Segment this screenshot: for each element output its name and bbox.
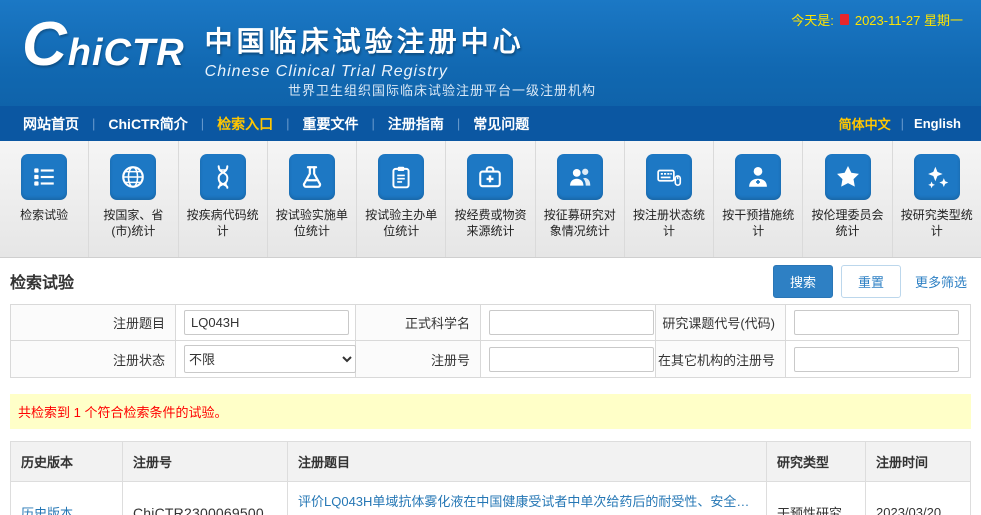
reg-number-label: 注册号 [356,341,481,378]
search-button[interactable]: 搜索 [773,265,833,298]
reg-title-input[interactable] [184,310,349,335]
results-header-row: 历史版本 注册号 注册题目 研究类型 注册时间 [11,442,971,482]
form-row: 注册题目 正式科学名 研究课题代号(代码) [11,305,971,341]
nav-item-home[interactable]: 网站首页 [10,114,92,134]
site-header: 今天是: 2023-11-27 星期一 ChiCTR 中国临床试验注册中心 Ch… [0,0,981,106]
site-subtitle: 世界卫生组织国际临床试验注册平台一级注册机构 [288,80,596,99]
col-study-type: 研究类型 [767,442,866,482]
other-reg-number-input[interactable] [794,347,959,372]
form-row: 注册状态 不限 注册号 在其它机构的注册号 [11,341,971,378]
nav-item-guide[interactable]: 注册指南 [375,114,457,134]
clipboard-icon [378,154,424,200]
lang-simplified-chinese[interactable]: 简体中文 [829,114,901,133]
results-table: 历史版本 注册号 注册题目 研究类型 注册时间 历史版本 ChiCTR23000… [10,441,971,515]
star-icon [825,154,871,200]
reg-title-label: 注册题目 [11,305,176,341]
chictr-page: 今天是: 2023-11-27 星期一 ChiCTR 中国临床试验注册中心 Ch… [0,0,981,515]
people-icon [557,154,603,200]
nav-item-faq[interactable]: 常见问题 [460,114,542,134]
stats-item-label: 按研究类型统计 [893,207,981,239]
language-switch: 简体中文 English [829,114,971,133]
stats-item-search-trials[interactable]: 检索试验 [0,141,89,257]
search-actions: 搜索 重置 更多筛选 [773,265,971,298]
stats-item-label: 检索试验 [15,207,73,223]
scientific-name-label: 正式科学名 [356,305,481,341]
reg-number-input[interactable] [489,347,654,372]
stats-item-by-intervention[interactable]: 按干预措施统计 [714,141,803,257]
today-date: 今天是: 2023-11-27 星期一 [791,10,963,29]
result-count-notice: 共检索到 1 个符合检索条件的试验。 [10,394,971,429]
registration-date-value: 2023/03/20 [866,482,971,515]
lang-english[interactable]: English [904,116,971,131]
dna-icon [200,154,246,200]
stats-item-by-recruitment-status[interactable]: 按征募研究对象情况统计 [536,141,625,257]
sparkles-icon [914,154,960,200]
stats-item-label: 按疾病代码统计 [179,207,267,239]
stats-item-by-country[interactable]: 按国家、省(市)统计 [89,141,178,257]
stats-item-label: 按试验主办单位统计 [357,207,445,239]
stats-item-label: 按征募研究对象情况统计 [536,207,624,239]
project-code-input[interactable] [794,310,959,335]
col-reg-no: 注册号 [123,442,288,482]
more-filters-link[interactable]: 更多筛选 [915,272,967,291]
nav-item-about[interactable]: ChiCTR简介 [95,114,200,134]
registration-number: ChiCTR2300069500 [133,505,264,515]
reset-button[interactable]: 重置 [841,265,901,298]
site-titles: 中国临床试验注册中心 Chinese Clinical Trial Regist… [205,16,525,81]
nav-item-search-entry[interactable]: 检索入口 [204,114,286,134]
stats-nav-strip: 检索试验 按国家、省(市)统计 按疾病代码统计 按试验实施单位统计 按试验主办单 [0,141,981,258]
calendar-icon [840,14,849,25]
chictr-logo[interactable]: ChiCTR [22,16,185,82]
stats-item-by-ethics-committee[interactable]: 按伦理委员会统计 [803,141,892,257]
stats-item-by-implementing-unit[interactable]: 按试验实施单位统计 [268,141,357,257]
page-title: 检索试验 [10,269,74,293]
first-aid-kit-icon [467,154,513,200]
stats-item-label: 按伦理委员会统计 [803,207,891,239]
table-row: 历史版本 ChiCTR2300069500 评价LQ043H单域抗体雾化液在中国… [11,482,971,515]
globe-icon [110,154,156,200]
col-history: 历史版本 [11,442,123,482]
col-title: 注册题目 [288,442,767,482]
keyboard-mouse-icon [646,154,692,200]
reg-status-label: 注册状态 [11,341,176,378]
site-title-en: Chinese Clinical Trial Registry [205,63,525,81]
stats-item-label: 按干预措施统计 [714,207,802,239]
stats-item-by-funding-source[interactable]: 按经费或物资来源统计 [446,141,535,257]
trial-title-link[interactable]: 评价LQ043H单域抗体雾化液在中国健康受试者中单次给药后的耐受性、安全性、..… [298,491,756,510]
col-reg-date: 注册时间 [866,442,971,482]
stats-item-by-registration-status[interactable]: 按注册状态统计 [625,141,714,257]
stats-item-label: 按经费或物资来源统计 [446,207,534,239]
main-nav: 网站首页 ChiCTR简介 检索入口 重要文件 注册指南 常见问题 简体中文 E… [0,106,981,141]
doctor-icon [735,154,781,200]
today-value: 2023-11-27 星期一 [855,10,963,29]
study-type-value: 干预性研究 [767,482,866,515]
reg-status-select[interactable]: 不限 [184,345,356,373]
scientific-name-input[interactable] [489,310,654,335]
other-reg-number-label: 在其它机构的注册号 [656,341,786,378]
nav-item-documents[interactable]: 重要文件 [290,114,372,134]
search-section-header: 检索试验 搜索 重置 更多筛选 [10,258,971,304]
flask-icon [289,154,335,200]
stats-item-label: 按注册状态统计 [625,207,713,239]
stats-item-by-sponsor-unit[interactable]: 按试验主办单位统计 [357,141,446,257]
stats-item-label: 按试验实施单位统计 [268,207,356,239]
list-123-icon [21,154,67,200]
stats-item-by-study-type[interactable]: 按研究类型统计 [893,141,981,257]
stats-item-label: 按国家、省(市)统计 [89,207,177,239]
stats-item-by-disease-code[interactable]: 按疾病代码统计 [179,141,268,257]
today-label: 今天是: [791,10,834,29]
site-title-cn: 中国临床试验注册中心 [205,20,525,60]
history-version-link[interactable]: 历史版本 [21,506,73,515]
search-form: 注册题目 正式科学名 研究课题代号(代码) 注册状态 不限 注册号 在其它机构的… [10,304,971,378]
main-content: 检索试验 搜索 重置 更多筛选 注册题目 正式科学名 研究课题代号(代码) 注册… [0,258,981,515]
project-code-label: 研究课题代号(代码) [656,305,786,341]
